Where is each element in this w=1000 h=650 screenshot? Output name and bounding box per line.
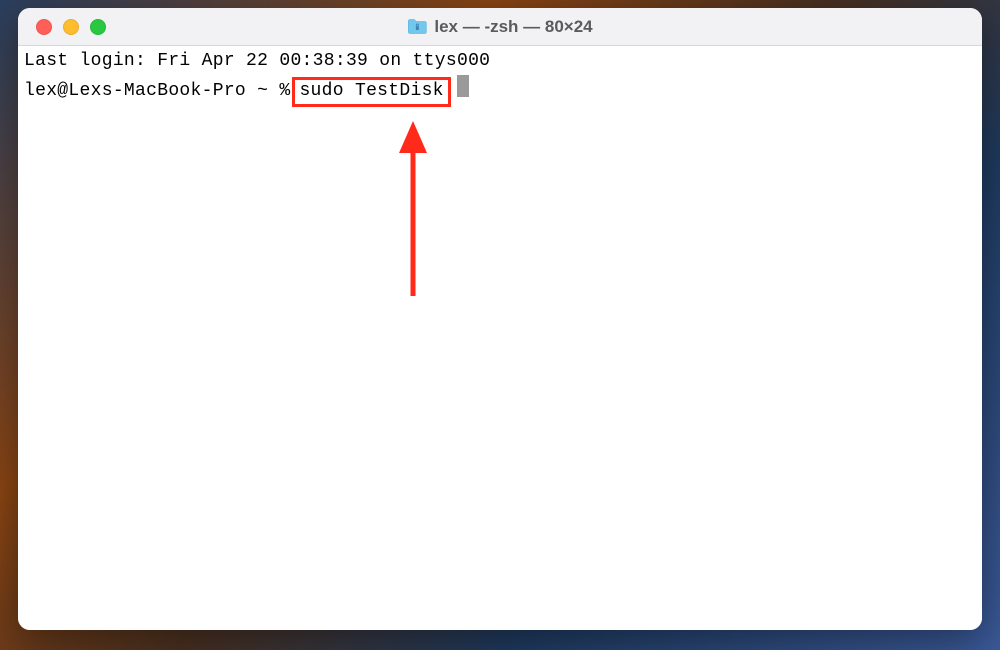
window-title: lex — -zsh — 80×24 [434, 17, 592, 37]
maximize-button[interactable] [90, 19, 106, 35]
command-annotation-box: sudo TestDisk [292, 77, 450, 106]
window-titlebar[interactable]: lex — -zsh — 80×24 [18, 8, 982, 46]
prompt-line: lex@Lexs-MacBook-Pro ~ % sudo TestDisk [24, 73, 976, 106]
minimize-button[interactable] [63, 19, 79, 35]
traffic-lights [18, 19, 106, 35]
last-login-line: Last login: Fri Apr 22 00:38:39 on ttys0… [24, 50, 976, 73]
window-title-group: lex — -zsh — 80×24 [407, 17, 592, 37]
shell-prompt: lex@Lexs-MacBook-Pro ~ % [24, 80, 290, 103]
terminal-cursor [457, 75, 469, 97]
folder-icon [407, 18, 427, 35]
close-button[interactable] [36, 19, 52, 35]
terminal-content[interactable]: Last login: Fri Apr 22 00:38:39 on ttys0… [18, 46, 982, 630]
command-input[interactable]: sudo TestDisk [299, 81, 443, 101]
terminal-window: lex — -zsh — 80×24 Last login: Fri Apr 2… [18, 8, 982, 630]
annotation-arrow-icon [393, 121, 433, 296]
